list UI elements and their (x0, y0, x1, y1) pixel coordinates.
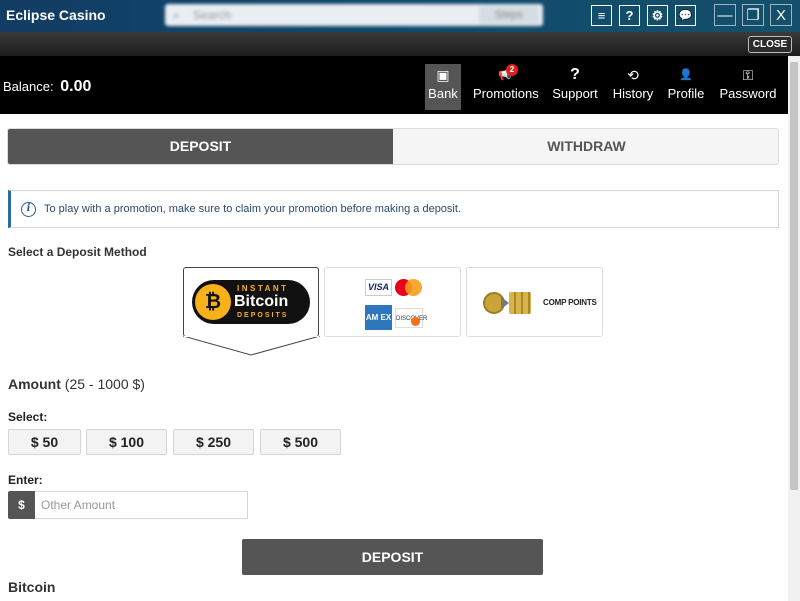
question-icon: ? (570, 66, 580, 83)
nav-history[interactable]: ⟲ History (612, 64, 654, 110)
nav-password-label: Password (719, 86, 777, 101)
method-credit-cards[interactable]: VISA AM EX DISCOVER (324, 267, 461, 337)
amount-50-button[interactable]: $ 50 (8, 429, 81, 455)
nav-history-label: History (612, 86, 654, 101)
megaphone-icon: 📢 (498, 69, 512, 81)
tab-deposit[interactable]: DEPOSIT (8, 129, 393, 164)
nav-promotions-label: Promotions (473, 86, 539, 101)
nav-password[interactable]: ⚿ Password (719, 64, 777, 110)
info-icon: i (21, 202, 36, 217)
other-amount-input[interactable] (35, 491, 248, 519)
search-box[interactable]: ⌕ Search Steps (165, 4, 543, 26)
nav-support-label: Support (552, 86, 598, 101)
info-text: To play with a promotion, make sure to c… (44, 203, 461, 215)
mastercard-icon (395, 279, 423, 296)
nav-profile[interactable]: 👤 Profile (667, 64, 705, 110)
restore-button[interactable]: ❐ (742, 4, 764, 26)
amex-icon: AM EX (365, 305, 392, 330)
balance-value: 0.00 (60, 78, 92, 95)
nav-bank-label: Bank (428, 86, 458, 101)
user-icon: 👤 (679, 69, 693, 81)
bitcoin-icon: ₿ (195, 284, 231, 320)
key-icon: ⚿ (742, 67, 754, 83)
nav-promotions[interactable]: 📢 2 Promotions (473, 64, 539, 110)
visa-icon: VISA (365, 279, 392, 296)
amount-250-button[interactable]: $ 250 (173, 429, 254, 455)
promotions-badge: 2 (506, 64, 518, 76)
select-label: Select: (8, 410, 48, 424)
close-bar: CLOSE (0, 32, 800, 56)
nav-bank[interactable]: ▣ Bank (425, 64, 461, 110)
chat-icon[interactable]: 💬 (675, 5, 696, 26)
discover-icon: DISCOVER (395, 308, 427, 328)
close-button[interactable]: CLOSE (748, 36, 792, 53)
coin-stack-icon (509, 292, 531, 314)
amount-range: (25 - 1000 $) (64, 376, 145, 392)
promotion-info-box: i To play with a promotion, make sure to… (8, 190, 779, 228)
amount-100-button[interactable]: $ 100 (86, 429, 167, 455)
close-window-button[interactable]: X (770, 4, 792, 26)
amount-label: Amount (8, 376, 61, 392)
method-bitcoin[interactable]: ₿ INSTANT Bitcoin DEPOSITS (183, 267, 319, 337)
search-icon: ⌕ (173, 8, 180, 22)
nav-support[interactable]: ? Support (552, 64, 598, 110)
bitcoin-logo-top: INSTANT (237, 284, 289, 293)
settings-icon[interactable]: ⚙ (647, 5, 668, 26)
balance-label: Balance: (3, 79, 54, 94)
bank-icon: ▣ (436, 67, 450, 83)
search-button[interactable]: Steps (479, 6, 539, 24)
method-comp-points[interactable]: COMP POINTS (466, 267, 603, 337)
app-title: Eclipse Casino (6, 7, 106, 23)
help-icon[interactable]: ? (619, 5, 640, 26)
bitcoin-logo: ₿ INSTANT Bitcoin DEPOSITS (192, 280, 310, 324)
search-placeholder: Search (193, 8, 232, 22)
enter-label: Enter: (8, 473, 43, 487)
selected-pointer-icon (183, 336, 320, 356)
cashier-header: Balance: 0.00 ▣ Bank 📢 2 Promotions ? Su… (0, 56, 800, 114)
amount-500-button[interactable]: $ 500 (260, 429, 341, 455)
comp-points-label: COMP POINTS (543, 298, 597, 307)
history-icon: ⟲ (627, 67, 639, 83)
minimize-button[interactable]: — (714, 4, 736, 26)
layers-icon[interactable]: ≡ (591, 5, 612, 26)
bitcoin-section-heading: Bitcoin (8, 579, 56, 595)
scrollbar-thumb[interactable] (790, 62, 798, 490)
bitcoin-logo-bot: DEPOSITS (237, 312, 289, 319)
title-bar: Eclipse Casino ⌕ Search Steps ≡ ? ⚙ 💬 — … (0, 0, 800, 32)
nav-profile-label: Profile (667, 86, 705, 101)
currency-prefix: $ (8, 491, 35, 519)
balance: Balance: 0.00 (3, 78, 91, 96)
bitcoin-logo-mid: Bitcoin (234, 293, 289, 310)
tab-withdraw[interactable]: WITHDRAW (393, 129, 778, 164)
amount-title: Amount (25 - 1000 $) (8, 376, 145, 392)
arrow-icon (501, 297, 509, 309)
deposit-button[interactable]: DEPOSIT (242, 539, 543, 575)
deposit-method-label: Select a Deposit Method (8, 245, 147, 259)
cashier-tabs: DEPOSIT WITHDRAW (7, 128, 779, 165)
